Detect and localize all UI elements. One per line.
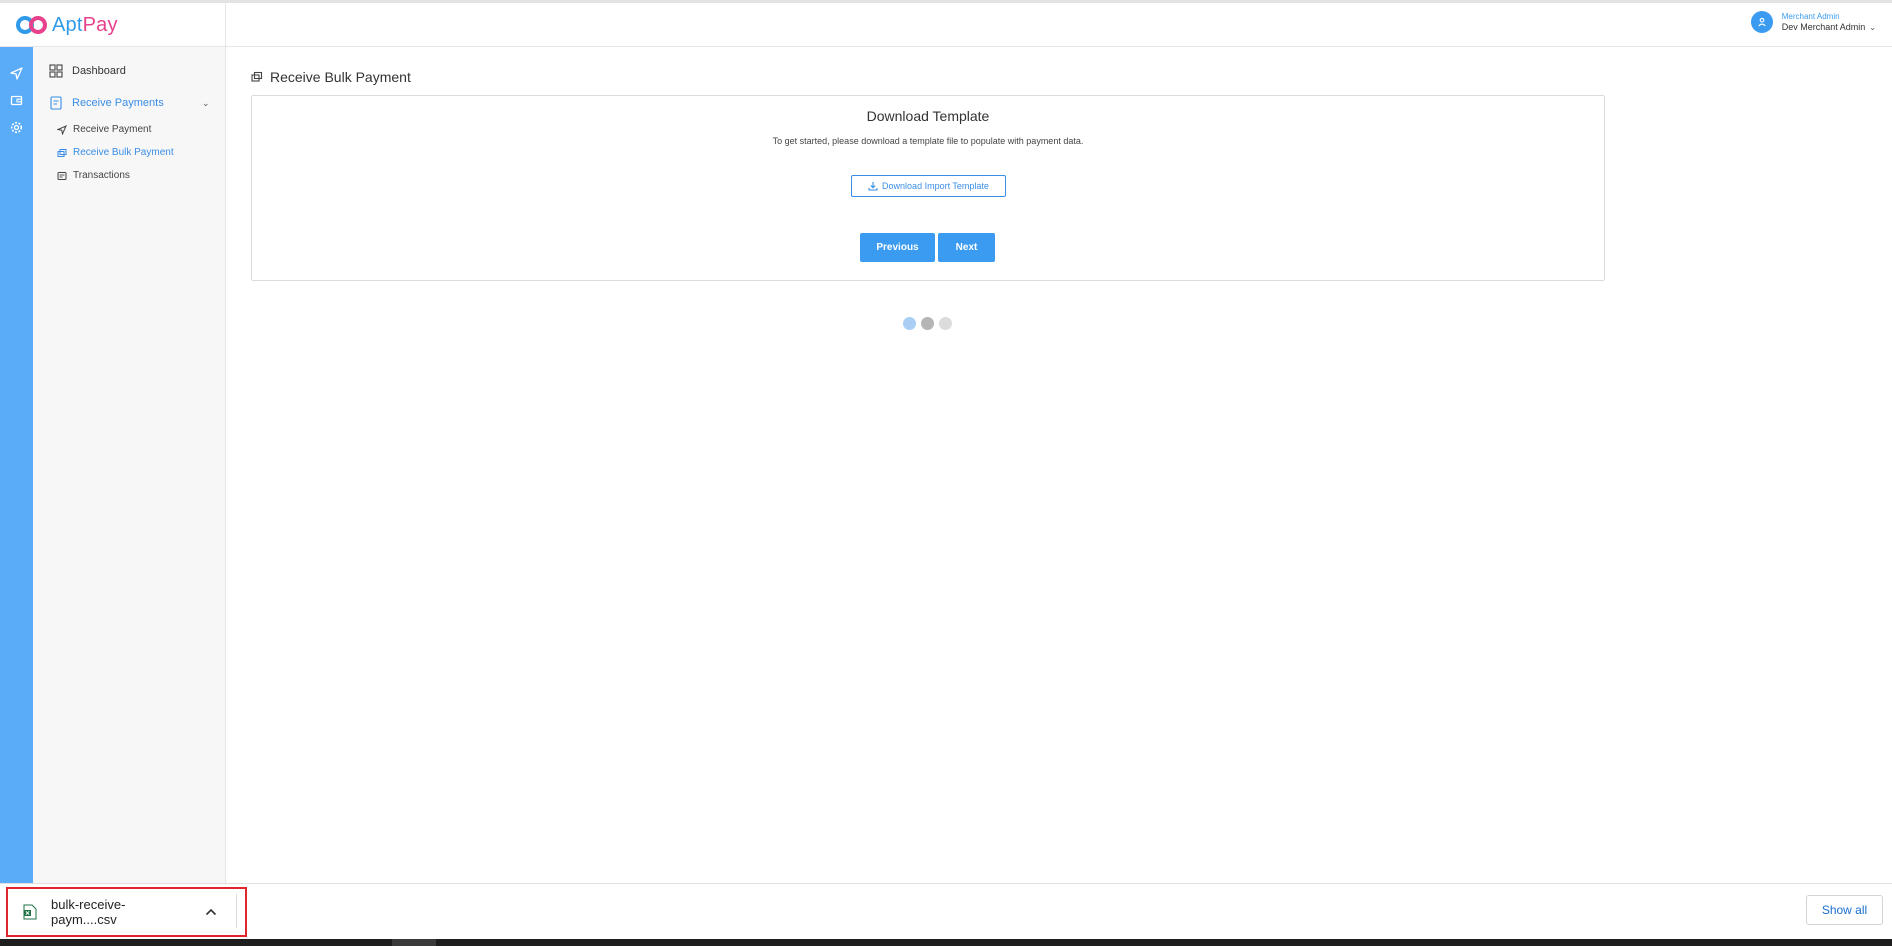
icon-rail	[0, 47, 33, 883]
transactions-icon	[57, 171, 67, 181]
user-info: Merchant Admin Dev Merchant Admin ⌄	[1782, 11, 1876, 33]
logo-text-pay: Pay	[82, 13, 118, 36]
user-name-text: Dev Merchant Admin	[1781, 22, 1866, 32]
step-dot-1	[903, 317, 916, 330]
send-icon	[57, 124, 67, 135]
step-dot-3	[939, 317, 952, 330]
chevron-up-icon[interactable]	[205, 908, 217, 916]
card-title: Download Template	[866, 108, 990, 124]
wizard-card: Download Template To get started, please…	[251, 95, 1605, 330]
bulk-money-icon	[57, 148, 67, 158]
logo[interactable]: AptPay	[0, 3, 226, 47]
main-content: Receive Bulk Payment Download Template T…	[227, 47, 1892, 883]
app-header: AptPay Merchant Admin Dev Merchant Admin…	[0, 3, 1892, 47]
download-template-button[interactable]: Download Import Template	[851, 175, 1006, 197]
download-file-name: bulk-receive-paym....csv	[51, 897, 126, 927]
excel-file-icon	[23, 904, 37, 920]
download-separator	[236, 894, 237, 928]
user-icon	[1758, 17, 1766, 27]
card-description: To get started, please download a templa…	[772, 136, 1084, 146]
aptpay-logo-icon	[14, 13, 50, 37]
bulk-money-icon	[251, 71, 263, 83]
logo-text-apt: Apt	[52, 13, 83, 36]
download-shelf: bulk-receive-paym....csv Show all	[0, 883, 1892, 939]
sidebar-subitem-label: Transactions	[73, 170, 130, 181]
next-button[interactable]: Next	[938, 233, 995, 262]
chevron-down-icon[interactable]: ⌄	[202, 98, 210, 109]
sidebar-item-label: Dashboard	[72, 65, 126, 77]
sidebar-subitem-receive-payment[interactable]: Receive Payment	[57, 124, 151, 135]
sidebar-subitem-transactions[interactable]: Transactions	[57, 170, 130, 181]
previous-button[interactable]: Previous	[860, 233, 935, 262]
dashboard-grid-icon	[49, 64, 63, 78]
step-dot-2	[921, 317, 934, 330]
sidebar-item-dashboard[interactable]: Dashboard	[49, 64, 126, 78]
sidebar-subitem-label: Receive Bulk Payment	[73, 147, 174, 158]
taskbar-strip	[0, 939, 1892, 946]
show-all-button[interactable]: Show all	[1806, 895, 1883, 925]
send-icon[interactable]	[9, 66, 24, 81]
avatar[interactable]	[1750, 11, 1773, 33]
sidebar-subitem-label: Receive Payment	[73, 124, 152, 135]
download-item[interactable]: bulk-receive-paym....csv	[6, 887, 247, 937]
user-role: Merchant Admin	[1781, 12, 1840, 21]
document-icon	[49, 96, 63, 110]
settings-gear-icon[interactable]	[9, 120, 24, 135]
sidebar-item-receive-payments[interactable]: Receive Payments	[49, 96, 164, 110]
chevron-down-icon[interactable]: ⌄	[1869, 23, 1876, 32]
download-template-label: Download Import Template	[882, 181, 989, 191]
sidebar-item-label: Receive Payments	[72, 97, 164, 109]
sidebar: Dashboard Receive Payments ⌄ Receive Pay…	[33, 47, 226, 883]
page-title-text: Receive Bulk Payment	[270, 69, 411, 85]
page-title: Receive Bulk Payment	[251, 69, 411, 85]
user-name: Dev Merchant Admin ⌄	[1782, 22, 1876, 33]
sidebar-subitem-receive-bulk-payment[interactable]: Receive Bulk Payment	[57, 147, 174, 158]
step-indicator	[903, 317, 957, 330]
download-icon	[868, 181, 878, 191]
user-menu[interactable]: Merchant Admin Dev Merchant Admin ⌄	[1750, 11, 1876, 33]
wallet-icon[interactable]	[9, 93, 24, 108]
logo-text: AptPay	[52, 14, 118, 37]
